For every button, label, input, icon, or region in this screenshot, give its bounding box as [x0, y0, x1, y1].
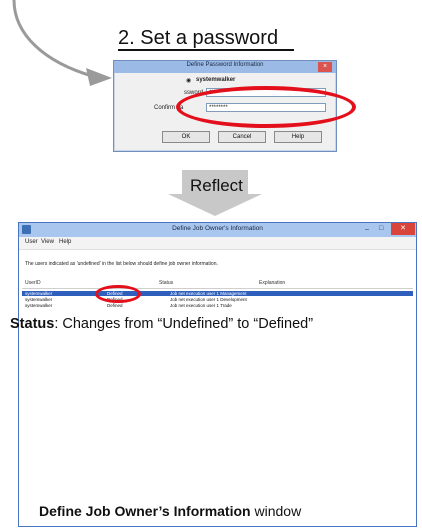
menu-user[interactable]: User [25, 239, 38, 245]
window-caption-text: window [250, 503, 302, 519]
user-radio-icon[interactable]: ◉ [186, 77, 191, 84]
row-user: systemwalker [25, 303, 53, 308]
step-title-underline [118, 49, 294, 51]
status-caption: Status: Changes from “Undefined” to “Def… [10, 316, 313, 332]
status-caption-text: : Changes from “Undefined” to “Defined” [54, 316, 314, 332]
user-value: systemwalker [196, 77, 236, 83]
window-caption-bold: Define Job Owner’s Information [39, 503, 251, 519]
column-header-userid[interactable]: UserID [25, 280, 41, 286]
minimize-icon[interactable]: – [365, 226, 369, 233]
column-header-status[interactable]: Status [159, 280, 173, 286]
table-row[interactable]: systemwalker Defined Job net execution u… [22, 303, 413, 308]
row-user: systemwalker [25, 291, 53, 296]
row-explanation: Job net execution user 1 Development [170, 297, 247, 302]
row-user: systemwalker [25, 297, 53, 302]
dialog-title: Define Password Information [186, 62, 264, 68]
reflect-label: Reflect [190, 176, 243, 195]
menu-bar [19, 237, 416, 250]
menu-help[interactable]: Help [59, 239, 71, 245]
password-highlight-oval [176, 86, 356, 128]
status-caption-bold: Status [10, 316, 55, 332]
cancel-button[interactable]: Cancel [218, 131, 266, 143]
column-header-explanation[interactable]: Explanation [259, 280, 285, 286]
status-highlight-oval [95, 285, 141, 303]
ok-button[interactable]: OK [162, 131, 210, 143]
row-explanation: Job net execution user 1 Management [170, 291, 247, 296]
row-explanation: Job net execution user 1 Trade [170, 303, 232, 308]
table-row[interactable]: systemwalker Defined Job net execution u… [22, 297, 413, 302]
maximize-icon[interactable]: □ [379, 225, 383, 232]
table-header [22, 278, 413, 289]
close-icon[interactable]: ✕ [391, 223, 415, 235]
step-title: 2. Set a password [118, 27, 279, 49]
job-owner-window: Define Job Owner's Information – □ ✕ Use… [18, 222, 417, 527]
menu-view[interactable]: View [41, 239, 54, 245]
help-button[interactable]: Help [274, 131, 322, 143]
row-status: Defined [107, 303, 123, 308]
curved-arrow [12, 0, 112, 86]
instruction-note: The users indicated as 'undefined' in th… [25, 261, 218, 267]
table-row[interactable]: systemwalker Defined Job net execution u… [22, 291, 413, 296]
window-caption: Define Job Owner’s Information window [39, 503, 301, 519]
dialog-close-icon[interactable]: × [318, 62, 332, 72]
window-title: Define Job Owner's Information [172, 225, 263, 232]
